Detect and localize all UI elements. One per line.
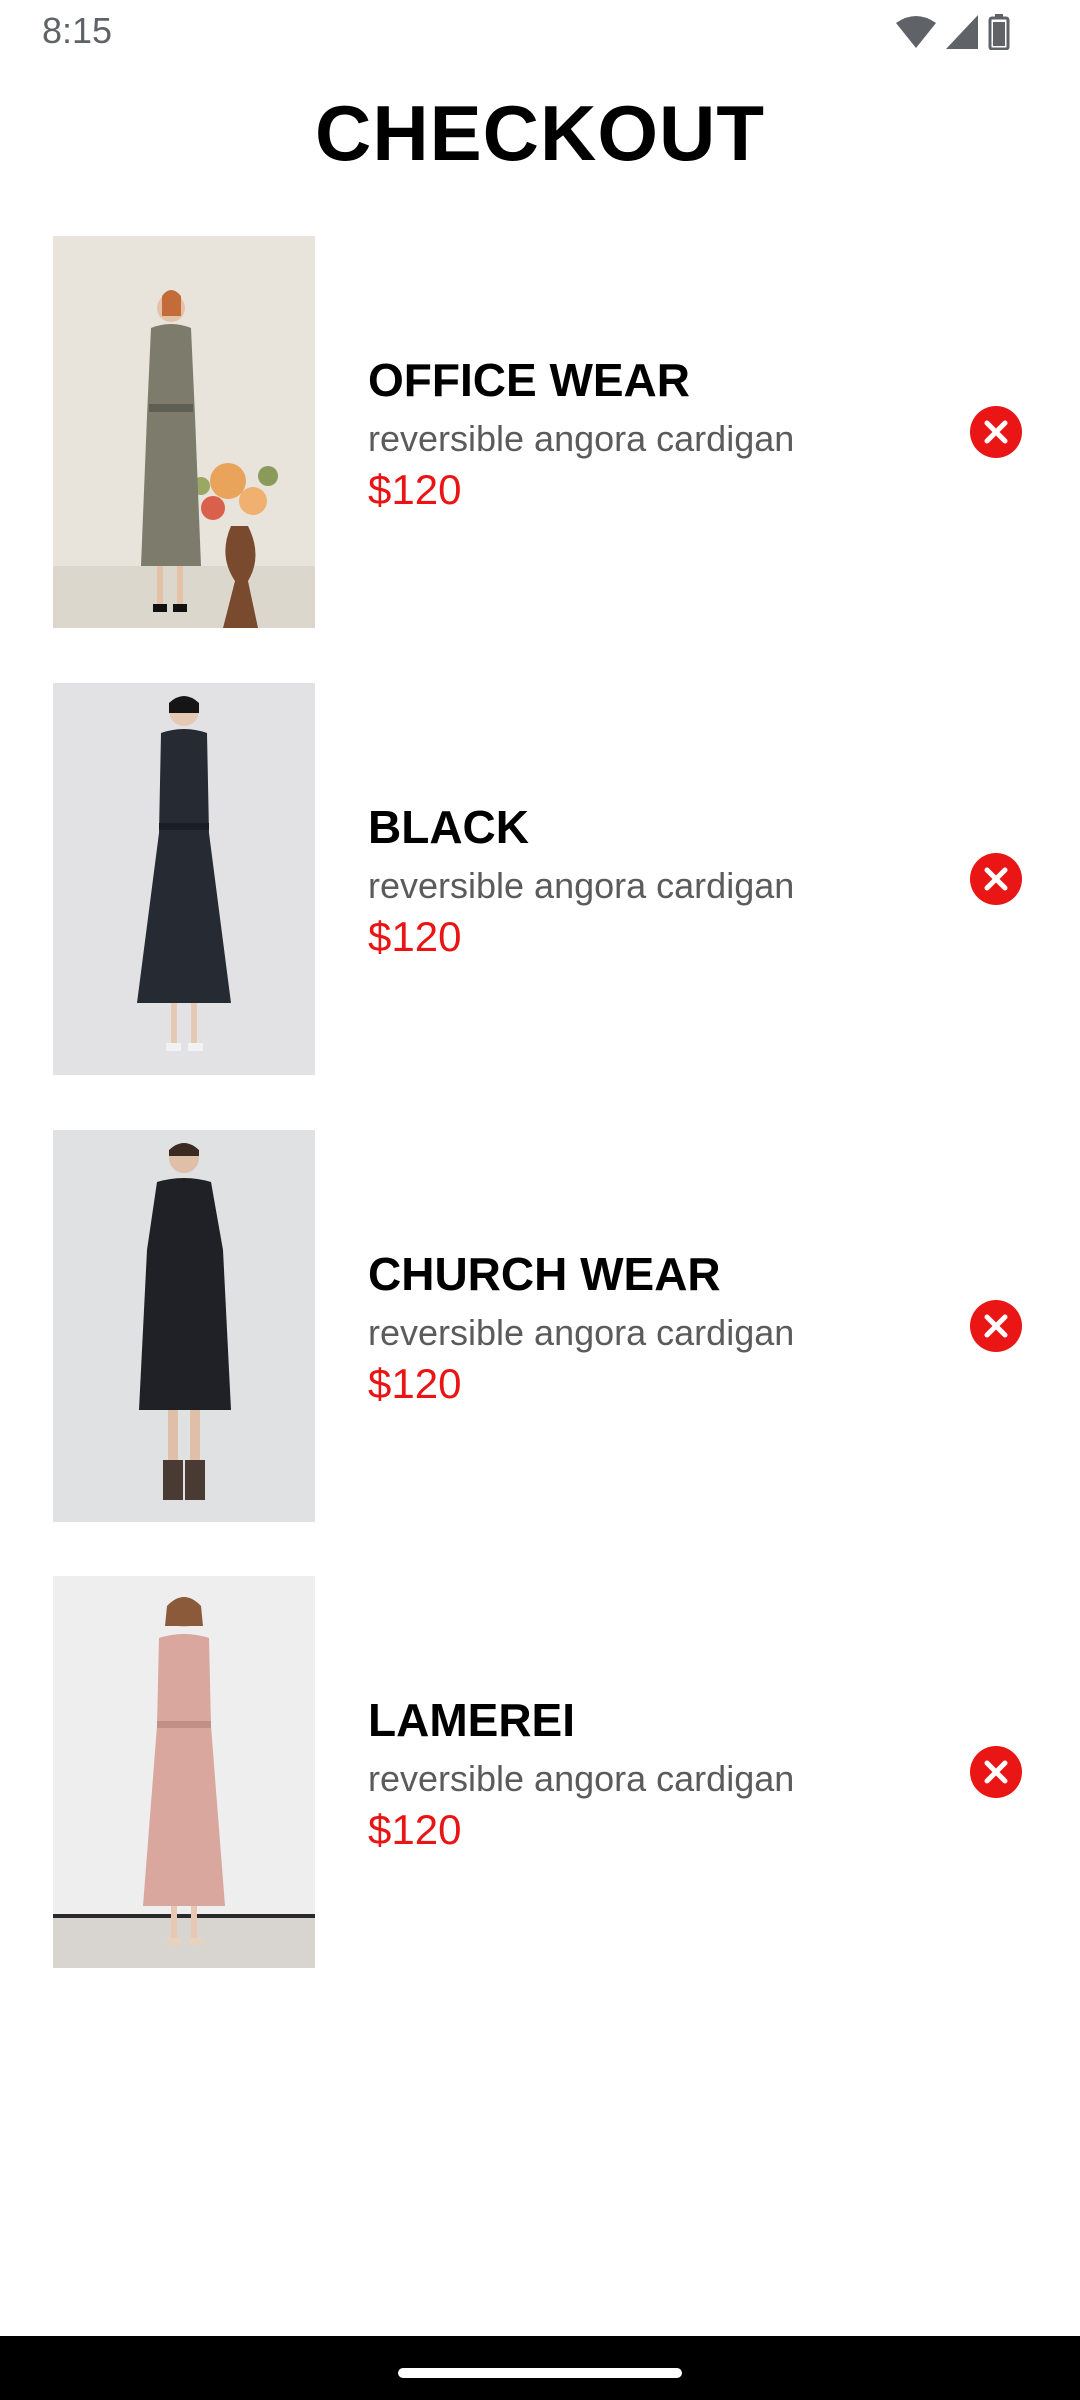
remove-item-button[interactable] [970, 406, 1022, 458]
item-description: reversible angora cardigan [368, 1312, 795, 1353]
item-price: $120 [368, 466, 462, 513]
battery-icon [988, 14, 1010, 50]
close-circle-icon [984, 1314, 1008, 1338]
cell-signal-icon [946, 15, 978, 49]
item-description: reversible angora cardigan [368, 865, 795, 906]
item-info: OFFICE WEAR reversible angora cardigan $… [368, 236, 928, 628]
home-gesture-handle[interactable] [398, 2368, 682, 2378]
remove-item-button[interactable] [970, 853, 1022, 905]
close-circle-icon [984, 867, 1008, 891]
item-price: $120 [368, 1806, 462, 1853]
item-price: $120 [368, 1360, 462, 1407]
wifi-icon [896, 15, 936, 49]
item-description: reversible angora cardigan [368, 418, 795, 459]
pink-dress-photo [53, 1576, 315, 1968]
item-info: CHURCH WEAR reversible angora cardigan $… [368, 1130, 928, 1522]
remove-item-button[interactable] [970, 1746, 1022, 1798]
black-dress-photo [53, 1130, 315, 1522]
item-info: LAMEREI reversible angora cardigan $120 [368, 1576, 928, 1968]
status-icons [896, 14, 1010, 50]
cart-item[interactable]: BLACK reversible angora cardigan $120 [0, 683, 1080, 1075]
page-title: CHECKOUT [315, 89, 765, 177]
item-name: LAMEREI [368, 1694, 575, 1746]
remove-item-button[interactable] [970, 1300, 1022, 1352]
item-name: OFFICE WEAR [368, 354, 690, 406]
olive-dress-photo [53, 236, 315, 628]
item-name: CHURCH WEAR [368, 1248, 721, 1300]
item-info: BLACK reversible angora cardigan $120 [368, 683, 928, 1075]
status-time: 8:15 [42, 10, 113, 51]
cart-item[interactable]: CHURCH WEAR reversible angora cardigan $… [0, 1130, 1080, 1522]
item-price: $120 [368, 913, 462, 960]
item-name: BLACK [368, 801, 529, 853]
close-circle-icon [984, 1760, 1008, 1784]
checkout-screen: 8:15 CHECKOUT OFFICE WEAR reversible ang… [0, 0, 1080, 2400]
item-description: reversible angora cardigan [368, 1758, 795, 1799]
cart-item[interactable]: LAMEREI reversible angora cardigan $120 [0, 1576, 1080, 1968]
close-circle-icon [984, 420, 1008, 444]
cart-item[interactable]: OFFICE WEAR reversible angora cardigan $… [0, 236, 1080, 628]
navy-dress-photo [53, 683, 315, 1075]
status-bar: 8:15 [0, 0, 1080, 62]
